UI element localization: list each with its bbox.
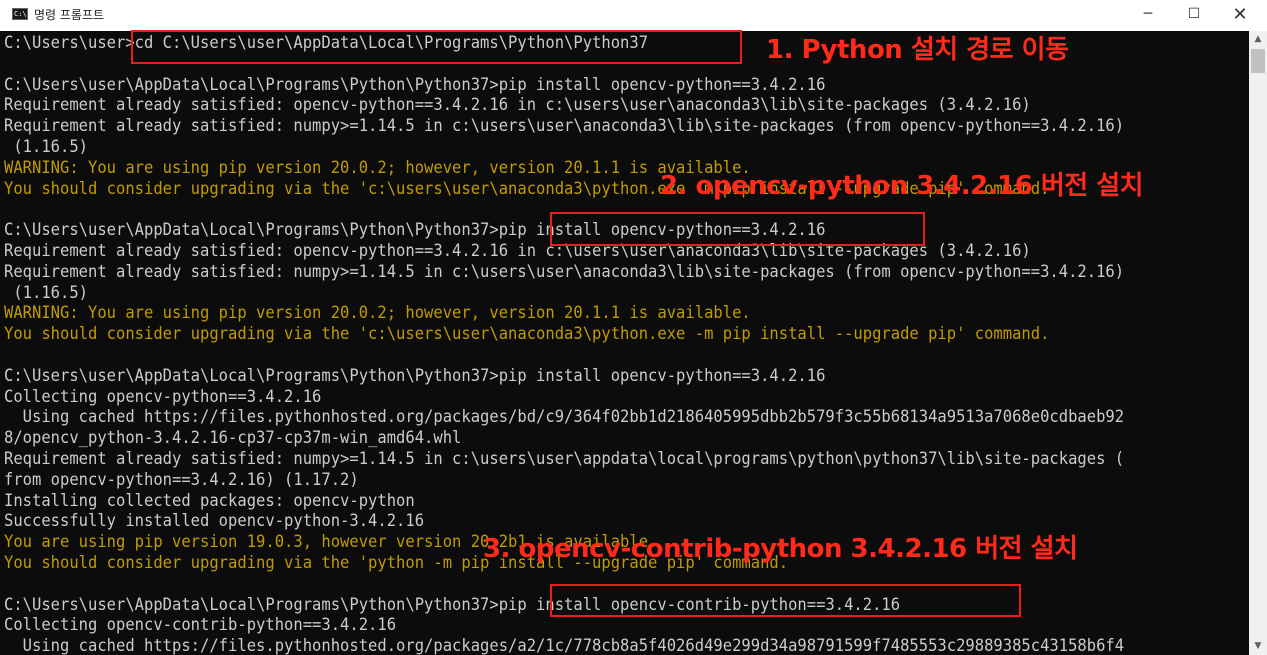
- console-line: C:\Users\user\AppData\Local\Programs\Pyt…: [4, 220, 826, 241]
- console-line: Collecting opencv-python==3.4.2.16: [4, 386, 322, 407]
- console-line: Successfully installed opencv-python-3.4…: [4, 511, 425, 532]
- console-line: WARNING: You are using pip version 20.0.…: [4, 303, 751, 324]
- console-line: Requirement already satisfied: numpy>=1.…: [4, 261, 1125, 282]
- window-title: 명령 프롬프트: [34, 8, 105, 22]
- console-line: (1.16.5): [4, 282, 89, 303]
- vertical-scrollbar[interactable]: ▲ ▼: [1249, 31, 1267, 655]
- console-line: You should consider upgrading via the 'c…: [4, 324, 1050, 345]
- title-bar: C:\ 명령 프롬프트 ─ ☐ ✕: [0, 0, 1267, 31]
- console-line: C:\Users\user>cd C:\Users\user\AppData\L…: [4, 33, 649, 53]
- scrollbar-thumb[interactable]: [1251, 49, 1265, 73]
- console-line: Using cached https://files.pythonhosted.…: [4, 636, 1125, 655]
- console-line: Requirement already satisfied: numpy>=1.…: [4, 449, 1125, 469]
- console-line: 8/opencv_python-3.4.2.16-cp37-cp37m-win_…: [4, 428, 462, 449]
- console-line: Installing collected packages: opencv-py…: [4, 490, 415, 511]
- minimize-button[interactable]: ─: [1125, 0, 1171, 31]
- scroll-up-arrow-icon[interactable]: ▲: [1249, 31, 1267, 48]
- console-line: WARNING: You are using pip version 20.0.…: [4, 157, 751, 178]
- console-line: Using cached https://files.pythonhosted.…: [4, 407, 1125, 428]
- annotation-step-1: 1. Python 설치 경로 이동: [766, 35, 1069, 65]
- console-line: from opencv-python==3.4.2.16) (1.17.2): [4, 469, 359, 490]
- annotation-step-3: 3. opencv-contrib-python 3.4.2.16 버전 설치: [483, 534, 1078, 564]
- close-button[interactable]: ✕: [1217, 0, 1263, 31]
- console-line: Requirement already satisfied: numpy>=1.…: [4, 116, 1125, 137]
- console-line: Requirement already satisfied: opencv-py…: [4, 241, 1031, 261]
- console-line: Requirement already satisfied: opencv-py…: [4, 95, 1031, 116]
- cmd-icon: C:\: [12, 8, 28, 20]
- console-line: C:\Users\user\AppData\Local\Programs\Pyt…: [4, 594, 901, 615]
- annotation-step-2: 2. opencv-python 3.4.2.16 버전 설치: [660, 171, 1144, 201]
- maximize-button[interactable]: ☐: [1171, 0, 1217, 31]
- console-line: C:\Users\user\AppData\Local\Programs\Pyt…: [4, 365, 826, 386]
- console-line: C:\Users\user\AppData\Local\Programs\Pyt…: [4, 74, 826, 95]
- scroll-down-arrow-icon[interactable]: ▼: [1249, 638, 1267, 655]
- console-line: (1.16.5): [4, 137, 89, 157]
- console-line: Collecting opencv-contrib-python==3.4.2.…: [4, 615, 397, 636]
